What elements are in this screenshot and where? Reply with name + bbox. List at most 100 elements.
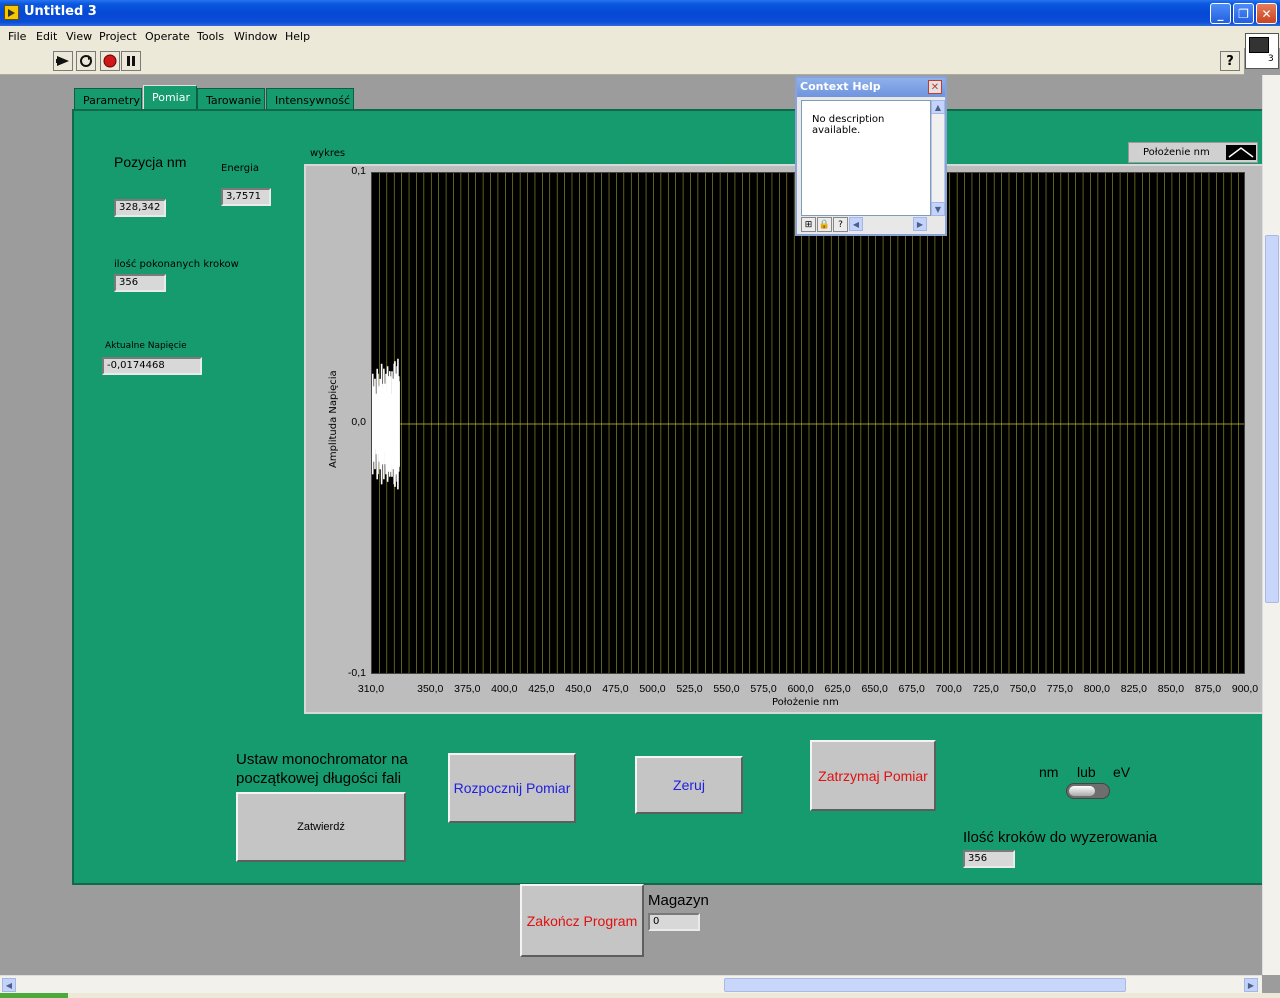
x-tick-label: 375,0 (454, 683, 481, 695)
tab-intensywnosc[interactable]: Intensywność (266, 88, 354, 110)
scroll-up-icon[interactable]: ▲ (931, 100, 945, 114)
napiecie-indicator: -0,0174468 (102, 357, 202, 375)
context-help-title: Context Help (797, 78, 945, 97)
maximize-button[interactable]: ❐ (1233, 3, 1254, 24)
context-help-window[interactable]: Context Help ✕ No description available.… (795, 76, 947, 236)
help-question-icon[interactable]: ? (833, 217, 848, 232)
ustaw-label: Ustaw monochromator na początkowej długo… (236, 751, 408, 787)
labview-vi-icon[interactable] (4, 5, 19, 20)
horizontal-scroll-thumb[interactable] (724, 978, 1126, 992)
context-help-scrollbar[interactable]: ▲ ▼ (931, 100, 945, 216)
detailed-help-icon[interactable]: ⊞ (801, 217, 816, 232)
zatwierdz-button[interactable]: Zatwierdź (236, 792, 406, 862)
magazyn-label: Magazyn (648, 892, 709, 909)
vi-icon-label: 3 (1268, 54, 1274, 64)
rozpocznij-pomiar-button[interactable]: Rozpocznij Pomiar (448, 753, 576, 823)
x-tick-label: 500,0 (639, 683, 666, 695)
grid-lines (372, 173, 1244, 673)
x-tick-label: 900,0 (1231, 683, 1259, 695)
kroki-indicator: 356 (114, 274, 166, 292)
context-help-icon[interactable]: ? (1220, 51, 1240, 71)
menu-window[interactable]: Window (234, 30, 277, 43)
menu-file[interactable]: File (8, 30, 26, 43)
napiecie-label: Aktualne Napięcie (105, 341, 187, 351)
x-tick-label: 525,0 (676, 683, 703, 695)
legend-entry-label: Położenie nm (1143, 147, 1210, 158)
vertical-scroll-thumb[interactable] (1265, 235, 1279, 603)
zeruj-button[interactable]: Zeruj (635, 756, 743, 814)
tab-parametry[interactable]: Parametry (74, 88, 142, 110)
tab-tarowanie[interactable]: Tarowanie (197, 88, 265, 110)
energia-indicator: 3,7571 (221, 188, 271, 206)
minimize-button[interactable]: _ (1210, 3, 1231, 24)
pause-icon[interactable] (121, 51, 141, 71)
scroll-right-icon[interactable]: ▶ (913, 217, 927, 231)
menu-bar: File Edit View Project Operate Tools Win… (0, 26, 1280, 48)
kroki-zero-label: Ilość kroków do wyzerowania (963, 829, 1158, 846)
pozycja-label: Pozycja nm (114, 154, 187, 170)
scroll-down-icon[interactable]: ▼ (931, 202, 945, 216)
zatrzymaj-pomiar-button[interactable]: Zatrzymaj Pomiar (810, 740, 936, 811)
x-tick-label: 450,0 (565, 683, 592, 695)
scroll-left-icon[interactable]: ◀ (849, 217, 863, 231)
toggle-knob (1069, 786, 1095, 796)
x-tick-label: 575,0 (750, 683, 777, 695)
x-tick-label: 875,0 (1194, 683, 1222, 695)
nm-ev-toggle-switch[interactable] (1066, 783, 1110, 799)
run-icon[interactable] (53, 51, 73, 71)
scroll-right-icon[interactable]: ▶ (1244, 978, 1258, 992)
x-tick-label: 310,0 (357, 683, 385, 695)
tab-pomiar[interactable]: Pomiar (143, 85, 197, 112)
switch-lub-label: lub (1077, 764, 1096, 780)
y-tick-label: 0,0 (351, 416, 366, 428)
close-icon[interactable]: ✕ (928, 80, 942, 94)
x-tick-label: 700,0 (935, 683, 962, 695)
magazyn-indicator: 0 (648, 913, 700, 931)
lock-icon[interactable]: 🔒 (817, 217, 832, 232)
menu-edit[interactable]: Edit (36, 30, 57, 43)
zakoncz-program-button[interactable]: Zakończ Program (520, 884, 644, 957)
context-help-toolbar: ⊞ 🔒 ? ◀ ▶ (801, 217, 945, 233)
x-tick-label: 425,0 (528, 683, 555, 695)
series-layer (372, 358, 400, 490)
close-button[interactable]: ✕ (1256, 3, 1277, 24)
window-title: Untitled 3 (24, 4, 97, 19)
menu-help[interactable]: Help (285, 30, 310, 43)
x-tick-label: 800,0 (1083, 683, 1110, 695)
x-axis-label: Położenie nm (772, 697, 839, 708)
menu-operate[interactable]: Operate (145, 30, 190, 43)
x-tick-label: 650,0 (861, 683, 888, 695)
graph-title: wykres (310, 148, 346, 159)
kroki-zero-indicator: 356 (963, 850, 1015, 868)
switch-ev-label: eV (1113, 764, 1131, 780)
vertical-scrollbar[interactable] (1262, 75, 1280, 975)
plot-legend[interactable]: Położenie nm (1128, 142, 1258, 163)
menu-project[interactable]: Project (99, 30, 137, 43)
vi-icon-screen (1249, 37, 1269, 53)
title-bar: Untitled 3 _ ❐ ✕ (0, 0, 1280, 26)
x-tick-label: 725,0 (972, 683, 999, 695)
context-help-text: No description available. (801, 100, 931, 216)
toolbar: ? (0, 48, 1244, 75)
run-continuously-icon[interactable] (76, 51, 96, 71)
x-tick-label: 675,0 (898, 683, 925, 695)
y-axis-label: Amplituda Napięcia (328, 370, 339, 468)
x-tick-label: 750,0 (1009, 683, 1036, 695)
x-tick-label: 825,0 (1120, 683, 1148, 695)
menu-view[interactable]: View (66, 30, 92, 43)
horizontal-scrollbar[interactable]: ◀ ▶ (0, 975, 1262, 993)
plot-area (371, 172, 1245, 674)
x-tick-label: 625,0 (824, 683, 851, 695)
menu-tools[interactable]: Tools (197, 30, 224, 43)
x-tick-label: 600,0 (787, 683, 814, 695)
energia-label: Energia (221, 163, 259, 174)
vi-connector-icon[interactable]: 3 (1245, 33, 1279, 69)
pozycja-indicator: 328,342 (114, 199, 166, 217)
y-tick-label: -0,1 (347, 667, 366, 679)
x-tick-label: 850,0 (1157, 683, 1185, 695)
y-tick-label: 0,1 (351, 165, 366, 177)
status-indicator (0, 993, 68, 998)
x-tick-label: 350,0 (417, 683, 444, 695)
scroll-left-icon[interactable]: ◀ (2, 978, 16, 992)
abort-icon[interactable] (100, 51, 120, 71)
